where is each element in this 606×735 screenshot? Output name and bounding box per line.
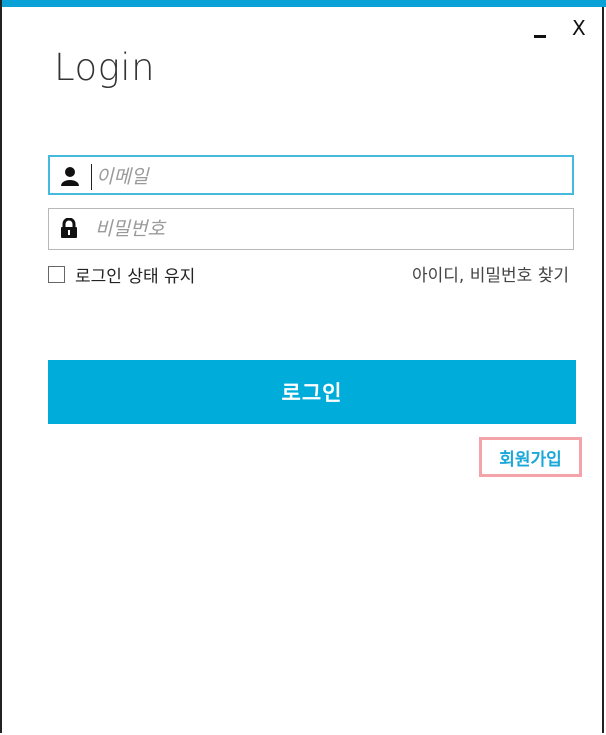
login-window: X Login 로그인 상태 유지 아이디, 비밀번호 찾기 로그인 회원가입	[0, 0, 606, 733]
lock-icon	[61, 218, 77, 238]
minimize-button[interactable]	[534, 14, 548, 42]
login-button[interactable]: 로그인	[48, 360, 576, 424]
close-button[interactable]: X	[572, 14, 586, 42]
password-field[interactable]	[48, 208, 574, 250]
password-input[interactable]	[93, 213, 567, 245]
signup-link[interactable]: 회원가입	[479, 437, 582, 477]
page-title: Login	[54, 46, 156, 89]
user-icon	[61, 167, 79, 186]
email-input[interactable]	[94, 161, 568, 193]
window-accent-bar	[2, 0, 606, 7]
text-caret	[91, 164, 92, 190]
remember-label: 로그인 상태 유지	[75, 267, 196, 287]
find-id-password-link[interactable]: 아이디, 비밀번호 찾기	[412, 261, 569, 286]
email-field[interactable]	[48, 155, 574, 195]
remember-checkbox[interactable]	[48, 266, 65, 283]
remember-login[interactable]: 로그인 상태 유지	[48, 262, 195, 287]
